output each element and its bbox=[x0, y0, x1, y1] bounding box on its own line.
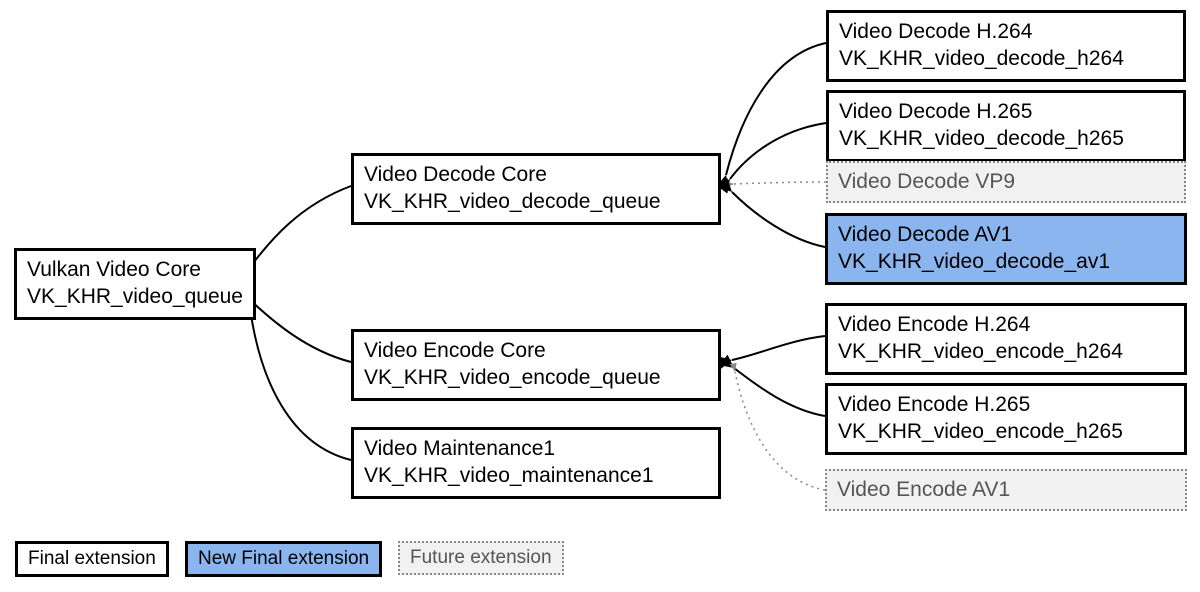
node-encode-h265: Video Encode H.265 VK_KHR_video_encode_h… bbox=[825, 383, 1187, 455]
node-encode-av1-title: Video Encode AV1 bbox=[837, 476, 1175, 503]
node-decode-av1-title: Video Decode AV1 bbox=[838, 221, 1174, 248]
node-encode-core-title: Video Encode Core bbox=[364, 337, 708, 364]
node-encode-h264-title: Video Encode H.264 bbox=[838, 311, 1174, 338]
node-decode-core: Video Decode Core VK_KHR_video_decode_qu… bbox=[351, 153, 721, 225]
node-decode-core-title: Video Decode Core bbox=[364, 161, 708, 188]
node-encode-h264-sub: VK_KHR_video_encode_h264 bbox=[838, 338, 1174, 365]
node-core-title: Vulkan Video Core bbox=[27, 256, 243, 283]
legend-future: Future extension bbox=[398, 541, 564, 575]
node-encode-core: Video Encode Core VK_KHR_video_encode_qu… bbox=[351, 329, 721, 401]
node-decode-core-sub: VK_KHR_video_decode_queue bbox=[364, 188, 708, 215]
node-maintenance: Video Maintenance1 VK_KHR_video_maintena… bbox=[351, 427, 721, 499]
node-decode-h265-sub: VK_KHR_video_decode_h265 bbox=[839, 125, 1173, 152]
node-decode-h264-title: Video Decode H.264 bbox=[839, 18, 1173, 45]
node-decode-vp9-title: Video Decode VP9 bbox=[838, 168, 1174, 195]
node-decode-av1-sub: VK_KHR_video_decode_av1 bbox=[838, 248, 1174, 275]
node-decode-h265: Video Decode H.265 VK_KHR_video_decode_h… bbox=[826, 90, 1186, 162]
node-maintenance-title: Video Maintenance1 bbox=[364, 435, 708, 462]
diagram-canvas: Vulkan Video Core VK_KHR_video_queue Vid… bbox=[0, 0, 1200, 592]
node-encode-h265-title: Video Encode H.265 bbox=[838, 391, 1174, 418]
node-encode-av1: Video Encode AV1 bbox=[825, 469, 1187, 511]
node-decode-av1: Video Decode AV1 VK_KHR_video_decode_av1 bbox=[825, 213, 1187, 285]
node-decode-h265-title: Video Decode H.265 bbox=[839, 98, 1173, 125]
node-core: Vulkan Video Core VK_KHR_video_queue bbox=[14, 248, 256, 320]
legend-new: New Final extension bbox=[185, 541, 382, 577]
legend-final: Final extension bbox=[15, 541, 169, 577]
node-decode-vp9: Video Decode VP9 bbox=[826, 161, 1186, 203]
node-encode-h265-sub: VK_KHR_video_encode_h265 bbox=[838, 418, 1174, 445]
node-encode-core-sub: VK_KHR_video_encode_queue bbox=[364, 364, 708, 391]
node-core-sub: VK_KHR_video_queue bbox=[27, 283, 243, 310]
node-decode-h264: Video Decode H.264 VK_KHR_video_decode_h… bbox=[826, 10, 1186, 82]
node-maintenance-sub: VK_KHR_video_maintenance1 bbox=[364, 462, 708, 489]
node-encode-h264: Video Encode H.264 VK_KHR_video_encode_h… bbox=[825, 303, 1187, 375]
node-decode-h264-sub: VK_KHR_video_decode_h264 bbox=[839, 45, 1173, 72]
